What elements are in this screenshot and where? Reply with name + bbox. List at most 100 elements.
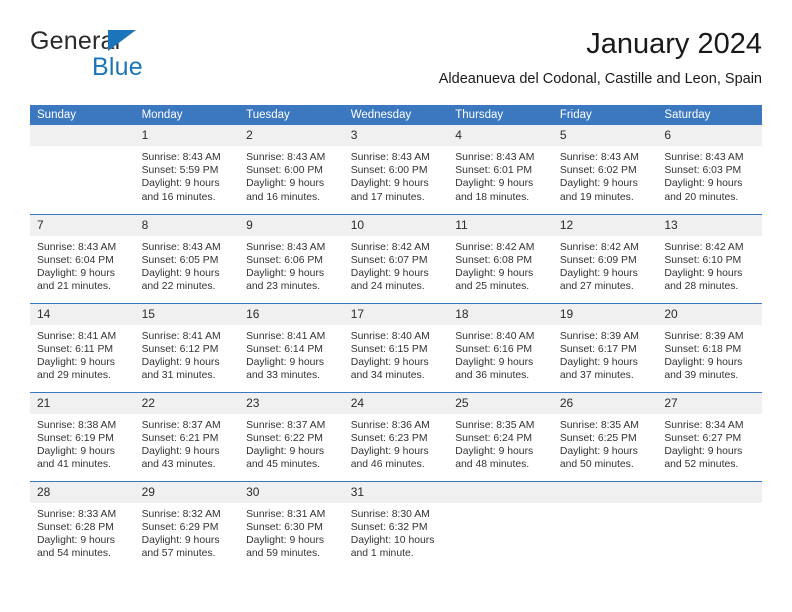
day-sun-info: Sunrise: 8:43 AM Sunset: 6:05 PM Daylight:… <box>135 236 240 294</box>
calendar-day-cell[interactable]: 2 Sunrise: 8:43 AM Sunset: 6:00 PM Daylight… <box>239 125 344 214</box>
day-sun-info: Sunrise: 8:38 AM Sunset: 6:19 PM Daylight:… <box>30 414 135 472</box>
calendar-day-cell[interactable]: 22 Sunrise: 8:37 AM Sunset: 6:21 PM Dayligh… <box>134 391 240 481</box>
day-number: 3 <box>343 125 449 146</box>
sunset-text: Sunset: 6:06 PM <box>246 254 323 266</box>
day-number: 23 <box>239 392 344 414</box>
day-sun-info: Sunrise: 8:39 AM Sunset: 6:17 PM Daylight:… <box>553 325 658 383</box>
daylight-text-line1: Daylight: 9 hours <box>141 267 220 279</box>
daylight-text-line1: Daylight: 9 hours <box>559 178 638 190</box>
day-number <box>657 481 762 503</box>
calendar-day-cell[interactable]: 12 Sunrise: 8:42 AM Sunset: 6:09 PM Dayligh… <box>552 213 658 303</box>
daylight-text-line2: and 45 minutes. <box>246 459 321 471</box>
calendar-day-cell[interactable]: 28 Sunrise: 8:33 AM Sunset: 6:28 PM Dayligh… <box>30 480 135 570</box>
daylight-text-line1: Daylight: 9 hours <box>559 356 638 368</box>
calendar-day-cell[interactable]: 31 Sunrise: 8:30 AM Sunset: 6:32 PM Dayligh… <box>343 480 449 570</box>
day-sun-info: Sunrise: 8:40 AM Sunset: 6:16 PM Daylight:… <box>448 325 553 383</box>
calendar-day-cell[interactable]: 13 Sunrise: 8:42 AM Sunset: 6:10 PM Dayligh… <box>657 213 762 303</box>
calendar-day-cell[interactable]: 4 Sunrise: 8:43 AM Sunset: 6:01 PM Daylight… <box>448 125 553 214</box>
sunrise-text: Sunrise: 8:41 AM <box>246 330 326 342</box>
daylight-text-line2: and 52 minutes. <box>664 459 739 471</box>
calendar-day-cell[interactable]: 20 Sunrise: 8:39 AM Sunset: 6:18 PM Dayligh… <box>657 302 762 392</box>
day-number: 11 <box>448 214 553 236</box>
daylight-text-line1: Daylight: 9 hours <box>350 356 429 368</box>
day-sun-info: Sunrise: 8:41 AM Sunset: 6:14 PM Daylight:… <box>239 325 344 383</box>
sunset-text: Sunset: 6:07 PM <box>350 254 428 266</box>
sunrise-text: Sunrise: 8:43 AM <box>559 152 639 163</box>
day-sun-info: Sunrise: 8:35 AM Sunset: 6:24 PM Daylight:… <box>448 414 553 472</box>
calendar-day-cell[interactable]: 9 Sunrise: 8:43 AM Sunset: 6:06 PM Daylight… <box>239 213 344 303</box>
daylight-text-line2: and 59 minutes. <box>246 548 321 560</box>
daylight-text-line2: and 43 minutes. <box>141 459 216 471</box>
calendar-week-row: 14 Sunrise: 8:41 AM Sunset: 6:11 PM Dayligh… <box>30 302 762 392</box>
day-sun-info: Sunrise: 8:42 AM Sunset: 6:10 PM Daylight:… <box>657 236 762 294</box>
day-sun-info: Sunrise: 8:33 AM Sunset: 6:28 PM Daylight:… <box>30 503 135 561</box>
day-sun-info: Sunrise: 8:43 AM Sunset: 5:59 PM Daylight:… <box>135 146 240 204</box>
calendar-day-cell-empty <box>448 480 553 570</box>
sunset-text: Sunset: 6:09 PM <box>559 254 637 266</box>
calendar-day-cell[interactable]: 29 Sunrise: 8:32 AM Sunset: 6:29 PM Dayligh… <box>134 480 240 570</box>
sunset-text: Sunset: 6:10 PM <box>664 254 742 266</box>
calendar-day-cell[interactable]: 19 Sunrise: 8:39 AM Sunset: 6:17 PM Dayligh… <box>552 302 658 392</box>
calendar-day-cell[interactable]: 17 Sunrise: 8:40 AM Sunset: 6:15 PM Dayligh… <box>343 302 449 392</box>
day-sun-info: Sunrise: 8:39 AM Sunset: 6:18 PM Daylight:… <box>657 325 762 383</box>
sunrise-text: Sunrise: 8:41 AM <box>37 330 117 342</box>
daylight-text-line1: Daylight: 9 hours <box>141 534 220 546</box>
daylight-text-line1: Daylight: 9 hours <box>37 445 115 457</box>
sunrise-text: Sunrise: 8:43 AM <box>246 241 326 253</box>
day-number <box>448 481 553 503</box>
day-number: 13 <box>657 214 762 236</box>
sunrise-text: Sunrise: 8:37 AM <box>141 419 221 431</box>
daylight-text-line1: Daylight: 9 hours <box>664 356 743 368</box>
calendar-day-cell[interactable]: 8 Sunrise: 8:43 AM Sunset: 6:05 PM Daylight… <box>134 213 240 303</box>
calendar-day-cell[interactable]: 14 Sunrise: 8:41 AM Sunset: 6:11 PM Dayligh… <box>30 302 135 392</box>
sunrise-text: Sunrise: 8:40 AM <box>350 330 430 342</box>
calendar-day-cell[interactable]: 16 Sunrise: 8:41 AM Sunset: 6:14 PM Dayligh… <box>239 302 344 392</box>
daylight-text-line2: and 24 minutes. <box>350 281 425 293</box>
calendar-day-cell[interactable]: 1 Sunrise: 8:43 AM Sunset: 5:59 PM Daylight… <box>134 125 240 214</box>
day-number: 29 <box>134 481 240 503</box>
daylight-text-line2: and 31 minutes. <box>141 370 216 382</box>
day-number: 27 <box>657 392 762 414</box>
sunset-text: Sunset: 6:22 PM <box>246 432 323 444</box>
day-number: 9 <box>239 214 344 236</box>
calendar-day-cell[interactable]: 6 Sunrise: 8:43 AM Sunset: 6:03 PM Daylight… <box>657 125 762 214</box>
sunrise-text: Sunrise: 8:41 AM <box>141 330 221 342</box>
daylight-text-line1: Daylight: 9 hours <box>141 178 220 190</box>
sunrise-text: Sunrise: 8:33 AM <box>37 508 117 520</box>
logo-general-blue[interactable]: General Blue <box>30 26 290 92</box>
calendar-day-cell[interactable]: 3 Sunrise: 8:43 AM Sunset: 6:00 PM Daylight… <box>343 125 449 214</box>
calendar-day-cell[interactable]: 7 Sunrise: 8:43 AM Sunset: 6:04 PM Daylight… <box>30 213 135 303</box>
calendar-day-cell[interactable]: 27 Sunrise: 8:34 AM Sunset: 6:27 PM Dayligh… <box>657 391 762 481</box>
calendar-day-cell[interactable]: 11 Sunrise: 8:42 AM Sunset: 6:08 PM Dayligh… <box>448 213 553 303</box>
calendar-week-row: 28 Sunrise: 8:33 AM Sunset: 6:28 PM Dayligh… <box>30 480 762 570</box>
sunset-text: Sunset: 6:02 PM <box>559 165 637 177</box>
sunset-text: Sunset: 6:25 PM <box>559 432 637 444</box>
calendar-day-cell[interactable]: 24 Sunrise: 8:36 AM Sunset: 6:23 PM Dayligh… <box>343 391 449 481</box>
calendar-day-cell[interactable]: 18 Sunrise: 8:40 AM Sunset: 6:16 PM Dayligh… <box>448 302 553 392</box>
sunset-text: Sunset: 6:12 PM <box>141 343 219 355</box>
sunset-text: Sunset: 6:28 PM <box>37 521 114 533</box>
daylight-text-line2: and 57 minutes. <box>141 548 216 560</box>
calendar-day-cell[interactable]: 15 Sunrise: 8:41 AM Sunset: 6:12 PM Dayligh… <box>134 302 240 392</box>
sunset-text: Sunset: 6:01 PM <box>455 165 533 177</box>
daylight-text-line2: and 37 minutes. <box>559 370 634 382</box>
calendar-week-row: 1 Sunrise: 8:43 AM Sunset: 5:59 PM Daylight… <box>30 125 762 214</box>
calendar-day-cell[interactable]: 10 Sunrise: 8:42 AM Sunset: 6:07 PM Dayligh… <box>343 213 449 303</box>
calendar-day-cell[interactable]: 26 Sunrise: 8:35 AM Sunset: 6:25 PM Dayligh… <box>552 391 658 481</box>
calendar-day-cell[interactable]: 5 Sunrise: 8:43 AM Sunset: 6:02 PM Daylight… <box>552 125 658 214</box>
calendar-body: 1 Sunrise: 8:43 AM Sunset: 5:59 PM Daylight… <box>30 125 762 570</box>
daylight-text-line2: and 18 minutes. <box>455 191 530 203</box>
sunset-text: Sunset: 6:30 PM <box>246 521 323 533</box>
daylight-text-line2: and 48 minutes. <box>455 459 530 471</box>
daylight-text-line2: and 50 minutes. <box>559 459 634 471</box>
sunrise-text: Sunrise: 8:43 AM <box>246 152 326 163</box>
sunrise-text: Sunrise: 8:30 AM <box>350 508 430 520</box>
day-number: 1 <box>134 125 240 146</box>
day-sun-info: Sunrise: 8:40 AM Sunset: 6:15 PM Daylight:… <box>344 325 449 383</box>
calendar-day-cell-empty <box>552 480 658 570</box>
calendar-day-cell[interactable]: 21 Sunrise: 8:38 AM Sunset: 6:19 PM Dayligh… <box>30 391 135 481</box>
calendar-day-cell[interactable]: 25 Sunrise: 8:35 AM Sunset: 6:24 PM Dayligh… <box>448 391 553 481</box>
calendar-day-cell[interactable]: 23 Sunrise: 8:37 AM Sunset: 6:22 PM Dayligh… <box>239 391 344 481</box>
calendar-day-cell[interactable]: 30 Sunrise: 8:31 AM Sunset: 6:30 PM Dayligh… <box>239 480 344 570</box>
day-sun-info: Sunrise: 8:42 AM Sunset: 6:09 PM Daylight:… <box>553 236 658 294</box>
